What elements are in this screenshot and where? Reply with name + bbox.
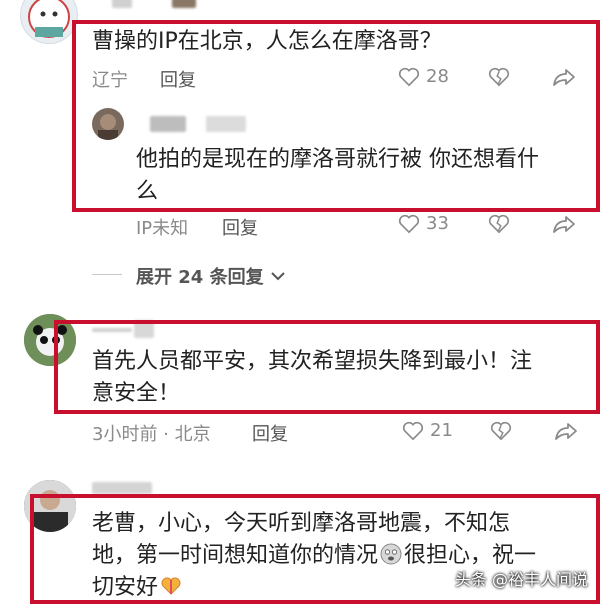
highlight-box [72, 20, 600, 212]
heart-icon[interactable] [402, 421, 424, 441]
expand-replies-label: 展开 24 条回复 [136, 267, 264, 288]
like-count: 21 [430, 420, 453, 441]
reply-button[interactable]: 回复 [252, 420, 288, 446]
avatar[interactable] [20, 0, 78, 44]
comment-location: IP未知 [136, 218, 189, 239]
username-blurred [92, 482, 152, 494]
highlight-box [54, 320, 600, 414]
heart-icon[interactable] [398, 214, 420, 234]
reply-button[interactable]: 回复 [222, 214, 258, 240]
share-icon[interactable] [552, 214, 576, 234]
comment-time-location: 3小时前 · 北京 [92, 424, 211, 445]
username-blurred [172, 0, 196, 8]
expand-replies-button[interactable]: 展开 24 条回复 [136, 263, 286, 289]
like-count: 33 [426, 213, 449, 234]
username-blurred [112, 0, 132, 8]
expand-divider [92, 274, 122, 275]
chevron-down-icon [271, 272, 285, 281]
broken-heart-icon[interactable] [490, 421, 512, 441]
broken-heart-icon[interactable] [488, 214, 510, 234]
avatar-image [28, 0, 70, 38]
watermark: 头条 @裕丰人间说 [454, 570, 588, 589]
share-icon[interactable] [554, 421, 578, 441]
